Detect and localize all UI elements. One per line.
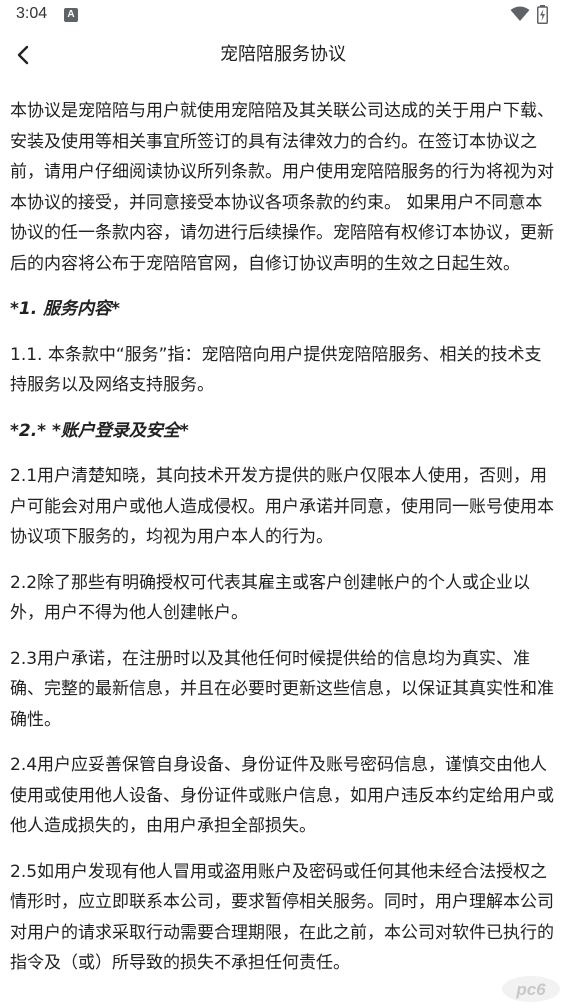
watermark-text: pc6 xyxy=(515,980,546,999)
clause-2-4: 2.4用户应妥善保管自身设备、身份证件及账号密码信息，谨慎交由他人使用或使用他人… xyxy=(10,755,554,836)
clause-2-1: 2.1用户清楚知晓，其向技术开发方提供的账户仅限本人使用，否则，用户可能会对用户… xyxy=(10,466,554,547)
section-heading-service: *1. 服务内容* xyxy=(10,299,120,319)
clause-2-3: 2.3用户承诺，在注册时以及其他任何时候提供给的信息均为真实、准确、完整的最新信… xyxy=(10,648,554,730)
chevron-left-icon xyxy=(17,45,29,65)
title-bar: 宠陪陪服务协议 xyxy=(0,30,566,80)
a-icon: A xyxy=(64,8,78,22)
clause-2-2: 2.2除了那些有明确授权可代表其雇主或客户创建帐户的个人或企业以外，用户不得为他… xyxy=(10,572,531,624)
section-heading-account: *2.* *账户登录及安全* xyxy=(10,420,189,441)
back-button[interactable] xyxy=(6,38,40,72)
intro-paragraph: 本协议是宠陪陪与用户就使用宠陪陪及其关联公司达成的关于用户下载、安装及使用等相关… xyxy=(10,101,554,274)
wifi-icon xyxy=(510,6,530,21)
clause-2-5: 2.5如用户发现有他人冒用或盗用账户及密码或任何其他未经合法授权之情形时，应立即… xyxy=(10,861,554,974)
status-time: 3:04 xyxy=(16,5,48,22)
pc6-logo-icon: pc6 xyxy=(502,976,560,1002)
status-bar: 3:04 A xyxy=(0,0,566,30)
clause-1-1: 1.1. 本条款中“服务”指：宠陪陪向用户提供宠陪陪服务、相关的技术支持服务以及… xyxy=(10,344,542,396)
battery-icon xyxy=(537,5,548,24)
page-title: 宠陪陪服务协议 xyxy=(220,44,346,65)
agreement-content: 本协议是宠陪陪与用户就使用宠陪陪及其关联公司达成的关于用户下载、安装及使用等相关… xyxy=(10,96,558,994)
